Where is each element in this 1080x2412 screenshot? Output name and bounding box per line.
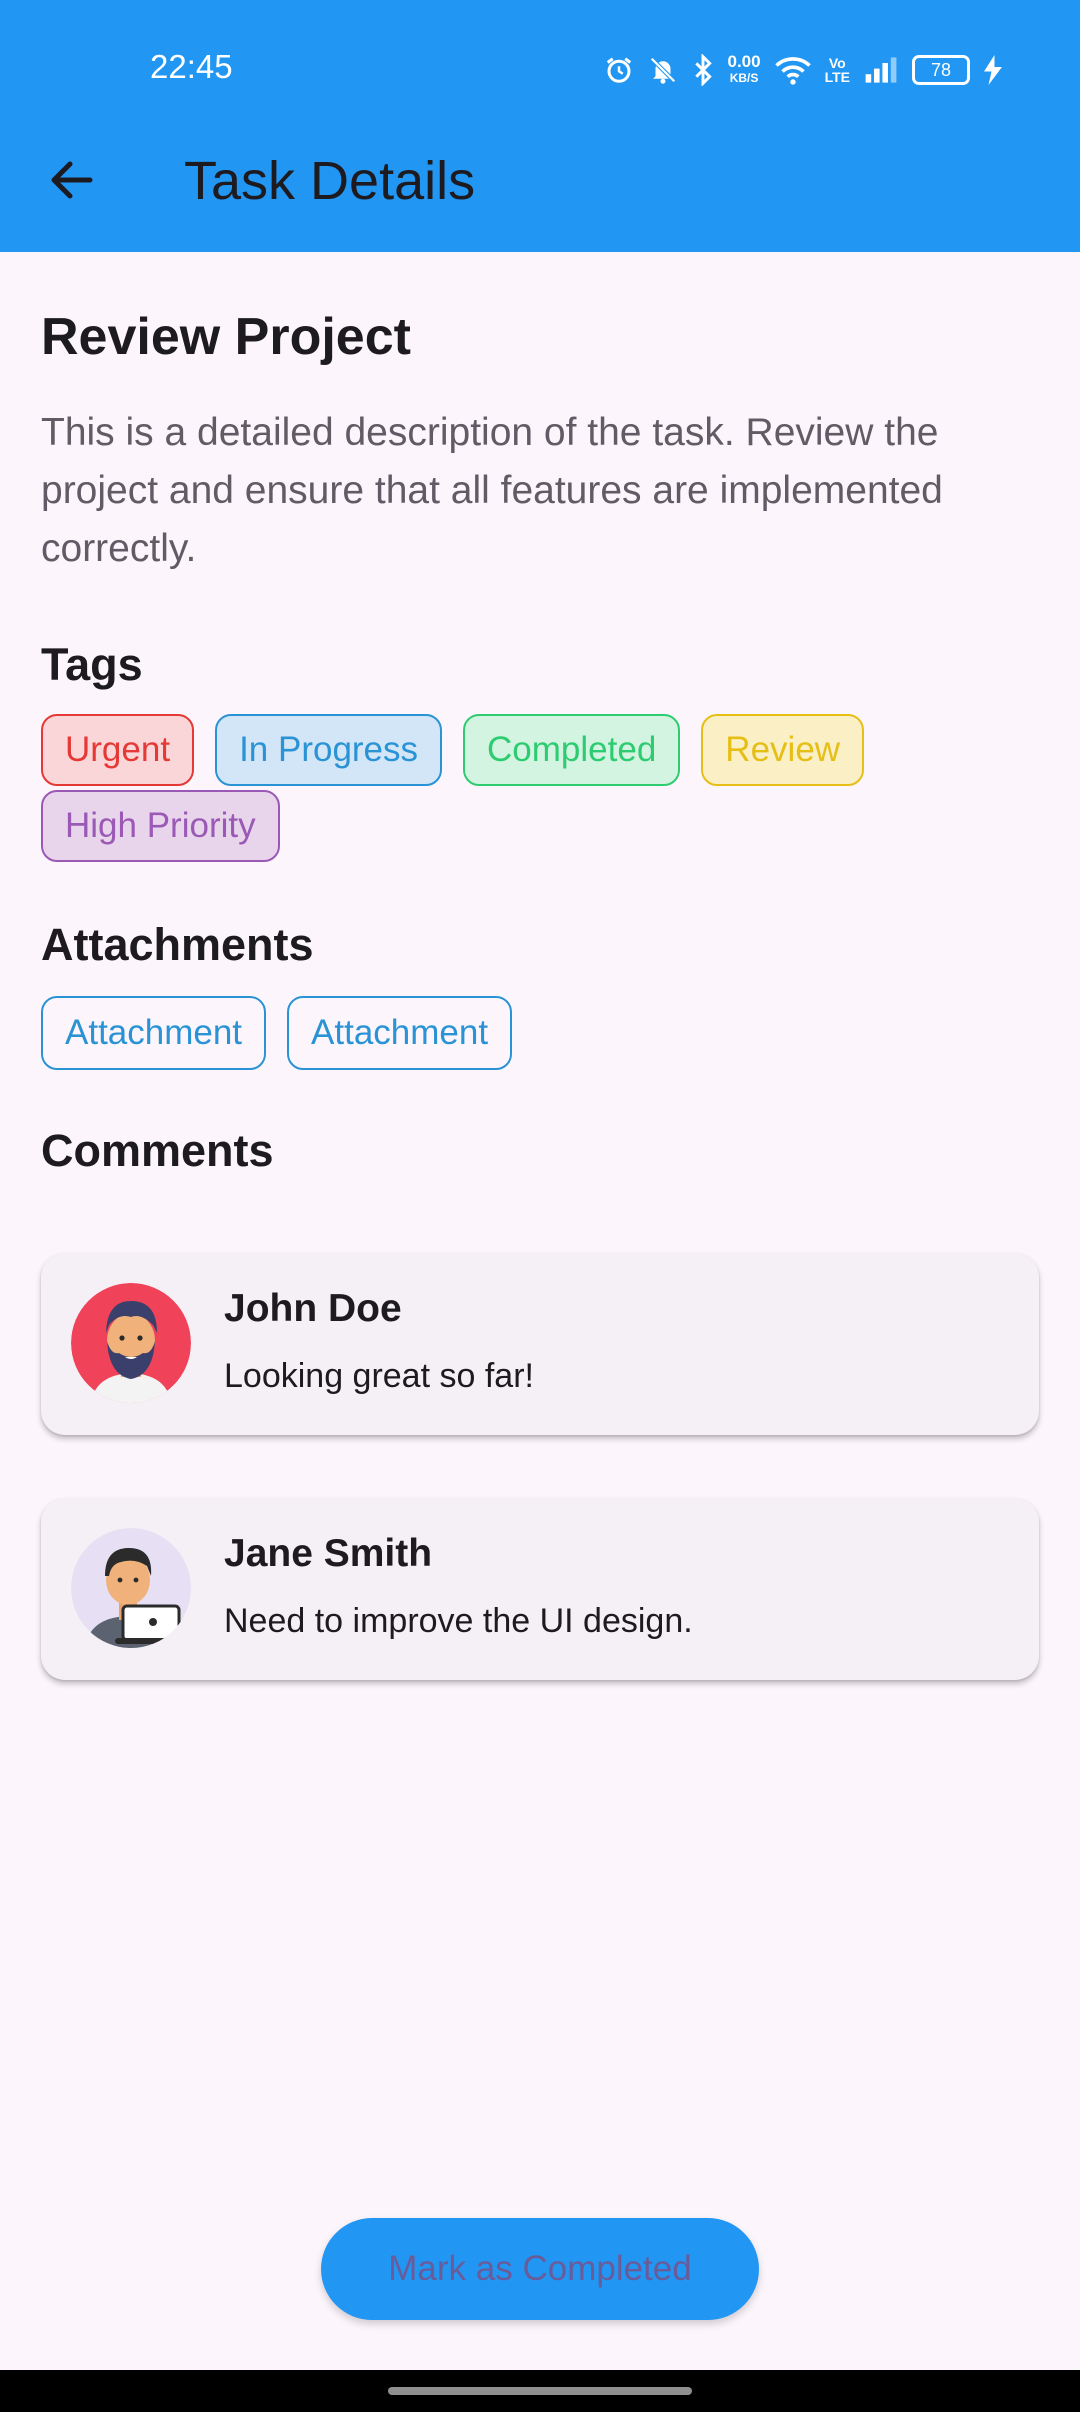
attachments-heading: Attachments: [41, 919, 314, 970]
home-gesture-handle[interactable]: [388, 2387, 692, 2395]
page-title: Task Details: [184, 151, 476, 211]
volte-top: Vo: [828, 55, 846, 71]
bluetooth-icon: [694, 54, 712, 86]
charging-bolt-icon: [984, 55, 1002, 85]
comment-card: John Doe Looking great so far!: [41, 1253, 1039, 1435]
comments-heading: Comments: [41, 1125, 274, 1176]
tag-high-priority[interactable]: High Priority: [41, 790, 280, 862]
mark-as-completed-button[interactable]: Mark as Completed: [321, 2218, 759, 2320]
arrow-back-icon: [51, 161, 93, 199]
tag-urgent[interactable]: Urgent: [41, 714, 195, 786]
net-speed-unit: KB/S: [729, 71, 759, 85]
tags-heading: Tags: [41, 639, 143, 690]
comment-card: Jane Smith Need to improve the UI design…: [41, 1498, 1039, 1680]
status-time: 22:45: [150, 48, 233, 85]
attachment-button[interactable]: Attachment: [41, 996, 267, 1070]
tag-completed[interactable]: Completed: [463, 714, 681, 786]
volte-bottom: LTE: [824, 69, 850, 85]
attachments-list: Attachment Attachment: [41, 996, 1039, 1070]
alarm-icon: [606, 57, 631, 83]
comment-text: Need to improve the UI design.: [224, 1602, 693, 1640]
battery-level: 78: [912, 55, 970, 85]
comment-author: John Doe: [224, 1287, 402, 1330]
tag-in-progress[interactable]: In Progress: [215, 714, 443, 786]
back-button[interactable]: [40, 148, 104, 212]
task-description: This is a detailed description of the ta…: [41, 411, 943, 570]
status-icons: 0.00 KB/S Vo LTE 78: [604, 50, 1002, 90]
comment-text: Looking great so far!: [224, 1357, 534, 1395]
net-speed: 0.00 KB/S: [727, 52, 761, 86]
tag-review[interactable]: Review: [701, 714, 865, 786]
volte-indicator: Vo LTE: [825, 56, 850, 84]
net-speed-value: 0.00: [727, 52, 761, 71]
person-with-laptop-avatar: [71, 1528, 191, 1648]
comment-author: Jane Smith: [224, 1532, 433, 1575]
wifi-icon: [774, 57, 811, 85]
bell-off-icon: [649, 57, 676, 84]
tags-list: Urgent In Progress Completed Review High…: [41, 714, 1039, 862]
signal-icon: [865, 57, 897, 83]
task-details-content: Review Project This is a detailed descri…: [41, 252, 1039, 1180]
system-nav-bar: [0, 2370, 1080, 2412]
attachment-button[interactable]: Attachment: [287, 996, 513, 1070]
bearded-man-avatar: [71, 1283, 191, 1403]
app-bar: 22:45 0.00 KB/S Vo LTE 78 Task Details: [0, 0, 1080, 252]
task-title: Review Project: [41, 308, 411, 366]
